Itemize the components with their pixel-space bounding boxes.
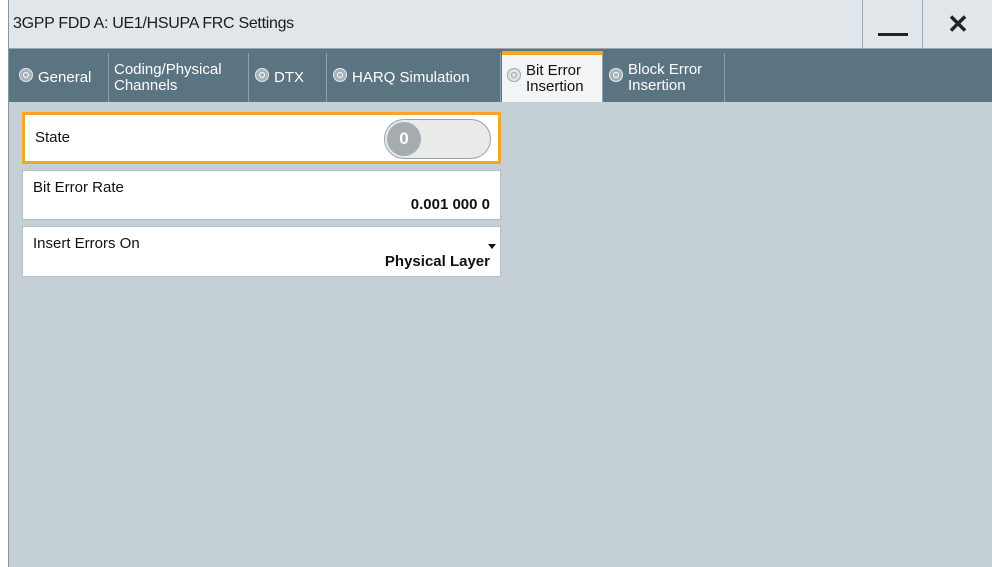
title-bar: 3GPP FDD A: UE1/HSUPA FRC Settings ✕ — [9, 0, 992, 49]
insert-errors-on-dropdown[interactable]: Insert Errors On Physical Layer — [22, 226, 501, 277]
tab-bar: General Coding/Physical Channels DTX HAR… — [9, 49, 992, 102]
bit-error-rate-value[interactable]: 0.001 000 0 — [411, 196, 490, 213]
tab-status-led-icon — [255, 68, 269, 82]
close-icon: ✕ — [947, 9, 969, 39]
tab-label: DTX — [274, 68, 304, 86]
dropdown-arrow-icon — [488, 244, 496, 249]
tab-label: Block Error Insertion — [628, 60, 703, 94]
bit-error-rate-field[interactable]: Bit Error Rate 0.001 000 0 — [22, 170, 501, 220]
tab-dtx[interactable]: DTX — [250, 53, 327, 102]
tab-coding-physical-channels[interactable]: Coding/Physical Channels — [110, 53, 249, 102]
tab-status-led-icon — [507, 68, 521, 82]
tab-label: HARQ Simulation — [352, 68, 470, 86]
insert-errors-on-value: Physical Layer — [384, 253, 490, 270]
tab-label: Bit Error Insertion — [526, 61, 584, 95]
tab-label: Coding/Physical Channels — [114, 60, 222, 94]
state-toggle[interactable]: 0 — [384, 119, 491, 159]
state-label: State — [35, 129, 71, 146]
tab-general[interactable]: General — [14, 53, 109, 102]
minimize-icon — [878, 33, 908, 36]
tab-label: General — [38, 68, 92, 86]
settings-window: 3GPP FDD A: UE1/HSUPA FRC Settings ✕ Gen… — [8, 0, 992, 567]
tab-status-led-icon — [333, 68, 347, 82]
close-button[interactable]: ✕ — [922, 0, 992, 48]
bit-error-insertion-panel: State 0 Bit Error Rate 0.001 000 0 Inser… — [9, 102, 992, 567]
window-title: 3GPP FDD A: UE1/HSUPA FRC Settings — [13, 15, 294, 32]
tab-harq-simulation[interactable]: HARQ Simulation — [328, 53, 501, 102]
tab-status-led-icon — [19, 68, 33, 82]
tab-bit-error-insertion[interactable]: Bit Error Insertion — [502, 51, 603, 102]
toggle-knob: 0 — [387, 122, 421, 156]
tab-status-led-icon — [609, 68, 623, 82]
insert-errors-on-label: Insert Errors On — [33, 235, 140, 252]
tab-block-error-insertion[interactable]: Block Error Insertion — [604, 53, 725, 102]
state-field[interactable]: State 0 — [22, 112, 501, 164]
bit-error-rate-label: Bit Error Rate — [33, 179, 124, 196]
minimize-button[interactable] — [862, 0, 923, 48]
